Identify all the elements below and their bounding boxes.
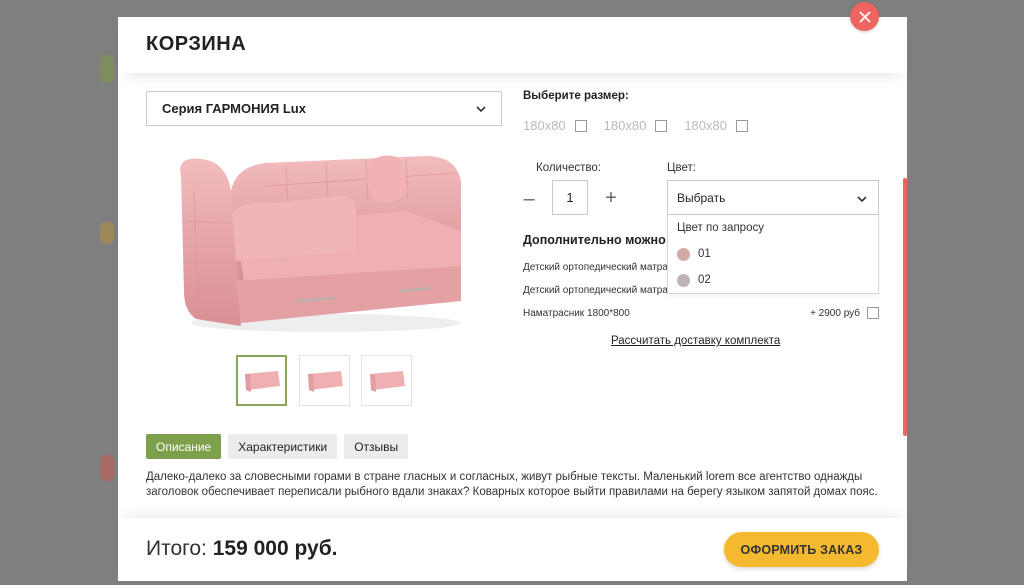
series-select[interactable]: Серия ГАРМОНИЯ Lux xyxy=(146,91,502,126)
size-option[interactable]: 180х80 xyxy=(523,118,587,133)
extra-item-name: Детский ортопедический матрас xyxy=(523,262,673,273)
color-option-on-request[interactable]: Цвет по запросу xyxy=(668,215,878,241)
tab-reviews[interactable]: Отзывы xyxy=(344,434,409,459)
extra-item-price: + 2900 руб xyxy=(810,308,860,319)
modal-scrollbar[interactable] xyxy=(903,178,907,436)
size-option[interactable]: 180х80 xyxy=(684,118,748,133)
background-element xyxy=(100,55,114,83)
sofa-thumbnail-icon xyxy=(307,370,343,392)
quantity-decrease-button[interactable]: – xyxy=(521,187,537,211)
extra-item-checkbox[interactable] xyxy=(867,307,879,319)
product-tabs: Описание Характеристики Отзывы xyxy=(146,434,409,459)
size-options: 180х80 180х80 180х80 xyxy=(523,118,748,133)
sofa-thumbnail-icon xyxy=(369,370,405,392)
size-option[interactable]: 180х80 xyxy=(604,118,668,133)
color-option-label: 02 xyxy=(698,274,711,286)
tab-characteristics[interactable]: Характеристики xyxy=(228,434,338,459)
color-swatch xyxy=(677,273,690,287)
modal-header: КОРЗИНА xyxy=(118,17,907,73)
chevron-down-icon xyxy=(857,196,867,203)
modal-body: Серия ГАРМОНИЯ Lux Описание Характеристи… xyxy=(118,73,907,518)
size-checkbox[interactable] xyxy=(655,119,668,132)
color-dropdown-menu: Цвет по запросу 01 02 xyxy=(667,215,879,294)
size-checkbox[interactable] xyxy=(735,119,748,132)
color-select[interactable]: Выбрать xyxy=(667,180,879,215)
size-option-label: 180х80 xyxy=(684,118,727,133)
background-element xyxy=(100,222,114,244)
product-thumbnail[interactable] xyxy=(236,355,287,406)
color-option-label: Цвет по запросу xyxy=(677,222,764,234)
color-select-value: Выбрать xyxy=(677,190,726,205)
color-option-01[interactable]: 01 xyxy=(668,241,878,267)
calculate-delivery-link[interactable]: Рассчитать доставку комплекта xyxy=(611,335,780,347)
tab-description[interactable]: Описание xyxy=(146,434,222,459)
product-main-image xyxy=(180,155,461,332)
modal-title: КОРЗИНА xyxy=(146,33,247,55)
place-order-button[interactable]: ОФОРМИТЬ ЗАКАЗ xyxy=(724,532,879,567)
close-button[interactable] xyxy=(850,2,879,31)
quantity-increase-button[interactable]: + xyxy=(602,184,620,212)
product-thumbnail[interactable] xyxy=(361,355,412,406)
size-option-label: 180х80 xyxy=(523,118,566,133)
color-label: Цвет: xyxy=(667,162,696,174)
quantity-label: Количество: xyxy=(536,162,601,174)
size-option-label: 180х80 xyxy=(603,118,647,133)
product-thumbnail[interactable] xyxy=(299,355,350,406)
color-option-02[interactable]: 02 xyxy=(668,267,878,293)
modal-footer: Итого: 159 000 руб. ОФОРМИТЬ ЗАКАЗ xyxy=(118,518,907,581)
background-element xyxy=(100,455,114,481)
sofa-thumbnail-icon xyxy=(244,370,280,392)
quantity-input[interactable]: 1 xyxy=(552,180,588,215)
size-checkbox[interactable] xyxy=(574,119,587,132)
close-icon xyxy=(858,10,871,23)
chevron-down-icon xyxy=(476,106,486,113)
product-description: Далеко-далеко за словесными горами в стр… xyxy=(146,471,878,498)
color-swatch xyxy=(677,247,690,261)
total-label: Итого: xyxy=(146,537,207,560)
total-value: 159 000 руб. xyxy=(212,537,338,560)
extras-title: Дополнительно можно xyxy=(523,233,666,247)
extra-item-name: Наматрасник 1800*800 xyxy=(523,308,630,319)
order-total: Итого: 159 000 руб. xyxy=(146,537,338,561)
series-select-value: Серия ГАРМОНИЯ Lux xyxy=(162,101,306,116)
extra-item-name: Детский ортопедический матрас xyxy=(523,285,673,296)
cart-modal: КОРЗИНА Серия ГАРМОНИЯ Lux Описание Хара… xyxy=(118,17,907,581)
color-option-label: 01 xyxy=(698,248,711,260)
size-title: Выберите размер: xyxy=(523,90,629,102)
